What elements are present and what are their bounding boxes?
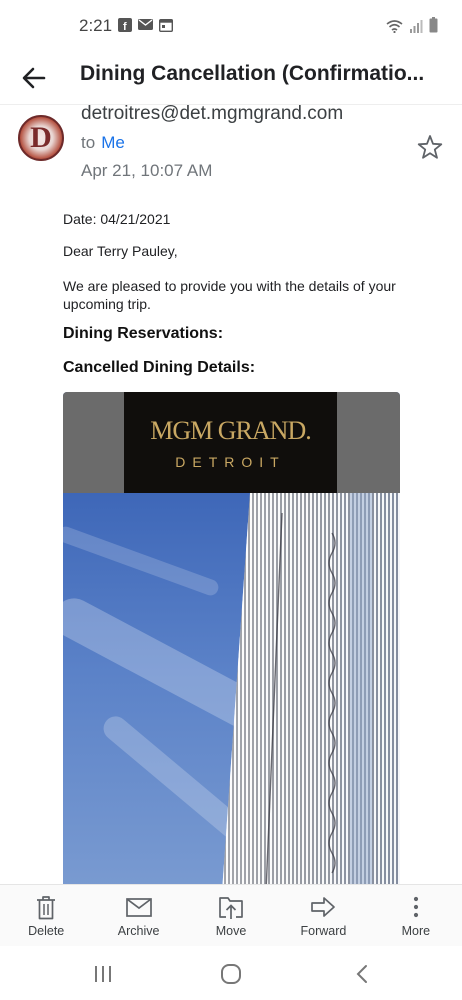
body-greeting: Dear Terry Pauley,	[63, 243, 178, 259]
more-label: More	[401, 924, 431, 938]
email-action-bar: Delete Archive Move Forward More	[0, 884, 462, 947]
forward-label: Forward	[300, 924, 347, 938]
trash-icon	[37, 896, 56, 920]
status-notifications: f	[118, 18, 173, 32]
hotel-banner-image[interactable]: MGM GRAND. DETROIT	[63, 392, 400, 892]
sender-email[interactable]: detroitres@det.mgmgrand.com	[81, 103, 343, 125]
forward-icon	[311, 897, 336, 917]
battery-icon	[429, 17, 438, 33]
app-toolbar: Dining Cancellation (Confirmatio...	[0, 52, 462, 105]
facebook-icon: f	[118, 18, 132, 32]
status-time: 2:21	[79, 16, 113, 35]
arrow-left-icon	[22, 67, 46, 89]
recipient-me[interactable]: Me	[101, 133, 125, 152]
email-subject-title: Dining Cancellation (Confirmatio...	[80, 62, 425, 85]
message-date: Apr 21, 10:07 AM	[81, 161, 213, 180]
nav-back-button[interactable]	[348, 962, 378, 986]
status-system	[386, 17, 438, 33]
signal-icon	[410, 20, 423, 33]
mail-icon	[138, 19, 153, 30]
delete-label: Delete	[28, 924, 65, 938]
sender-avatar[interactable]: D	[18, 115, 64, 161]
mgm-grand-logo: MGM GRAND. DETROIT	[124, 392, 337, 493]
move-button[interactable]: Move	[185, 885, 277, 947]
archive-label: Archive	[117, 924, 160, 938]
avatar-initial: D	[30, 121, 52, 154]
logo-main-text: MGM GRAND.	[150, 416, 311, 445]
status-bar: 2:21 f	[0, 0, 462, 52]
svg-text:f: f	[123, 21, 127, 32]
dining-reservations-heading: Dining Reservations:	[63, 325, 224, 342]
home-icon	[221, 964, 241, 984]
more-vertical-icon	[413, 896, 418, 918]
forward-button[interactable]: Forward	[277, 885, 369, 947]
banner-header: MGM GRAND. DETROIT	[63, 392, 400, 493]
body-date: Date: 04/21/2021	[63, 211, 171, 227]
home-button[interactable]	[216, 962, 246, 986]
back-icon	[356, 965, 367, 983]
move-label: Move	[215, 924, 247, 938]
cancelled-dining-heading: Cancelled Dining Details:	[63, 359, 256, 376]
more-button[interactable]: More	[370, 885, 462, 947]
recent-apps-icon	[95, 966, 111, 982]
system-nav-bar	[0, 946, 462, 1000]
wifi-icon	[386, 20, 403, 33]
back-button[interactable]	[18, 62, 50, 94]
body-paragraph: We are pleased to provide you with the d…	[63, 278, 396, 312]
archive-button[interactable]: Archive	[92, 885, 184, 947]
move-icon	[219, 897, 243, 919]
star-button[interactable]	[417, 134, 443, 160]
logo-sub-text: DETROIT	[175, 454, 286, 470]
recipient-line[interactable]: to Me	[81, 133, 125, 153]
hotel-tower-graphic	[222, 493, 400, 892]
delete-button[interactable]: Delete	[0, 885, 92, 947]
to-prefix: to	[81, 133, 96, 152]
star-outline-icon	[417, 135, 443, 159]
calendar-icon	[159, 19, 173, 32]
recent-apps-button[interactable]	[88, 962, 118, 986]
archive-icon	[125, 898, 152, 917]
